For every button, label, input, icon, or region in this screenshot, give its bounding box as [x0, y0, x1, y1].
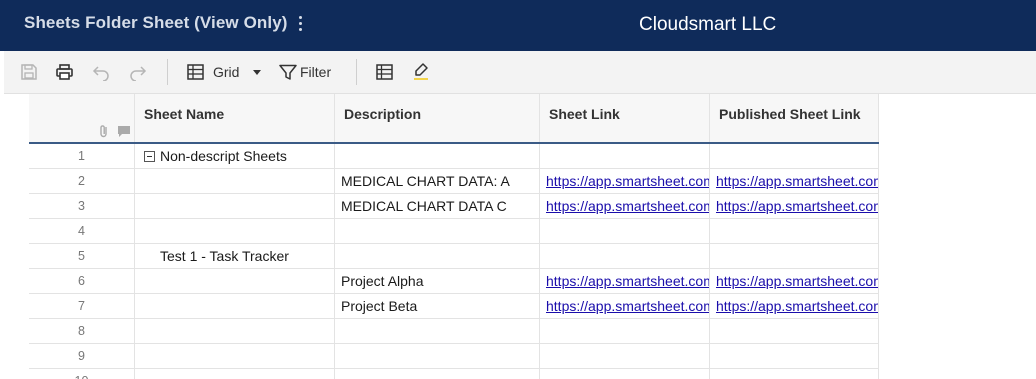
published-link-cell[interactable] — [710, 244, 879, 269]
chevron-down-icon — [253, 70, 262, 75]
toolbar-divider — [356, 59, 357, 85]
description-cell[interactable] — [335, 244, 540, 269]
sheet-link-cell[interactable] — [540, 244, 710, 269]
published-link-cell[interactable]: https://app.smartsheet.com — [710, 169, 879, 194]
sheet-name-cell[interactable] — [135, 319, 335, 344]
sheet-name-cell[interactable] — [135, 369, 335, 379]
app-header: Sheets Folder Sheet (View Only) Cloudsma… — [0, 0, 1036, 51]
table-row[interactable]: 2 MEDICAL CHART DATA: A https://app.smar… — [29, 169, 879, 194]
sheet-name-cell[interactable]: Non-descript Sheets — [135, 144, 335, 169]
description-cell[interactable] — [335, 344, 540, 369]
published-link-cell[interactable]: https://app.smartsheet.com — [710, 294, 879, 319]
view-label: Grid — [213, 64, 240, 80]
print-icon[interactable] — [55, 61, 74, 83]
column-header-label: Published Sheet Link — [719, 106, 861, 122]
published-link-cell[interactable]: https://app.smartsheet.com — [710, 269, 879, 294]
published-link-cell[interactable] — [710, 344, 879, 369]
filter-button[interactable]: Filter — [279, 61, 331, 83]
sheet-name-cell[interactable] — [135, 269, 335, 294]
sheet-link-cell[interactable] — [540, 219, 710, 244]
undo-icon[interactable] — [92, 61, 110, 83]
company-name: Cloudsmart LLC — [639, 14, 777, 35]
table-row[interactable]: 8 — [29, 319, 879, 344]
filter-label: Filter — [300, 64, 332, 80]
sheet-link-cell[interactable]: https://app.smartsheet.com — [540, 169, 710, 194]
column-header-published-link[interactable]: Published Sheet Link — [710, 94, 879, 144]
attachment-icon — [100, 125, 107, 138]
sheet-link-cell[interactable] — [540, 319, 710, 344]
column-header-sheet-name[interactable]: Sheet Name — [135, 94, 335, 144]
description-cell[interactable] — [335, 144, 540, 169]
table-row[interactable]: 4 — [29, 219, 879, 244]
row-number: 3 — [29, 194, 135, 219]
row-number-header — [29, 94, 135, 144]
description-cell[interactable]: MEDICAL CHART DATA: A — [335, 169, 540, 194]
filter-icon — [279, 64, 297, 80]
redo-icon[interactable] — [129, 61, 147, 83]
more-options-icon[interactable] — [299, 16, 303, 34]
table-row[interactable]: 10 — [29, 369, 879, 379]
column-header-label: Description — [344, 106, 422, 122]
sheet-title[interactable]: Sheets Folder Sheet (View Only) — [24, 13, 288, 33]
row-number: 8 — [29, 319, 135, 344]
sheet-name-cell[interactable] — [135, 169, 335, 194]
description-cell[interactable]: MEDICAL CHART DATA C — [335, 194, 540, 219]
sheet-link-cell[interactable] — [540, 369, 710, 379]
description-cell[interactable] — [335, 319, 540, 344]
toolbar: Grid Filter — [4, 51, 1036, 94]
comment-icon — [118, 126, 130, 137]
row-number: 6 — [29, 269, 135, 294]
table-row[interactable]: 1 Non-descript Sheets — [29, 144, 879, 169]
sheet-name-cell[interactable]: Test 1 - Task Tracker — [135, 244, 335, 269]
table-row[interactable]: 3 MEDICAL CHART DATA C https://app.smart… — [29, 194, 879, 219]
toolbar-divider — [167, 59, 168, 85]
published-link-cell[interactable] — [710, 369, 879, 379]
published-link-cell[interactable] — [710, 319, 879, 344]
table-row[interactable]: 5 Test 1 - Task Tracker — [29, 244, 879, 269]
table-row[interactable]: 6 Project Alpha https://app.smartsheet.c… — [29, 269, 879, 294]
published-link-cell[interactable] — [710, 144, 879, 169]
description-cell[interactable] — [335, 369, 540, 379]
sheet-name-cell[interactable] — [135, 344, 335, 369]
row-number: 9 — [29, 344, 135, 369]
grid-icon — [187, 64, 204, 80]
row-number: 4 — [29, 219, 135, 244]
save-icon[interactable] — [20, 61, 38, 83]
row-number: 2 — [29, 169, 135, 194]
row-number: 7 — [29, 294, 135, 319]
sheet-link-cell[interactable] — [540, 344, 710, 369]
table-row[interactable]: 9 — [29, 344, 879, 369]
highlight-icon[interactable] — [412, 61, 430, 83]
description-cell[interactable] — [335, 219, 540, 244]
view-selector[interactable]: Grid — [187, 61, 262, 83]
column-header-label: Sheet Link — [549, 106, 620, 122]
description-cell[interactable]: Project Beta — [335, 294, 540, 319]
published-link-cell[interactable]: https://app.smartsheet.com — [710, 194, 879, 219]
card-view-icon[interactable] — [376, 61, 393, 83]
published-link-cell[interactable] — [710, 219, 879, 244]
sheet-name-cell[interactable] — [135, 294, 335, 319]
table-row[interactable]: 7 Project Beta https://app.smartsheet.co… — [29, 294, 879, 319]
sheet-name-text: Non-descript Sheets — [160, 148, 287, 164]
sheet-link-cell[interactable]: https://app.smartsheet.com — [540, 294, 710, 319]
sheet-name-cell[interactable] — [135, 219, 335, 244]
sheet-link-cell[interactable] — [540, 144, 710, 169]
sheet-link-cell[interactable]: https://app.smartsheet.com — [540, 269, 710, 294]
collapse-icon[interactable] — [144, 151, 155, 162]
column-header-description[interactable]: Description — [335, 94, 540, 144]
column-header-label: Sheet Name — [144, 106, 225, 122]
row-number: 1 — [29, 144, 135, 169]
sheet-name-cell[interactable] — [135, 194, 335, 219]
description-cell[interactable]: Project Alpha — [335, 269, 540, 294]
row-number: 10 — [29, 369, 135, 379]
sheet-link-cell[interactable]: https://app.smartsheet.com — [540, 194, 710, 219]
row-number: 5 — [29, 244, 135, 269]
column-header-sheet-link[interactable]: Sheet Link — [540, 94, 710, 144]
